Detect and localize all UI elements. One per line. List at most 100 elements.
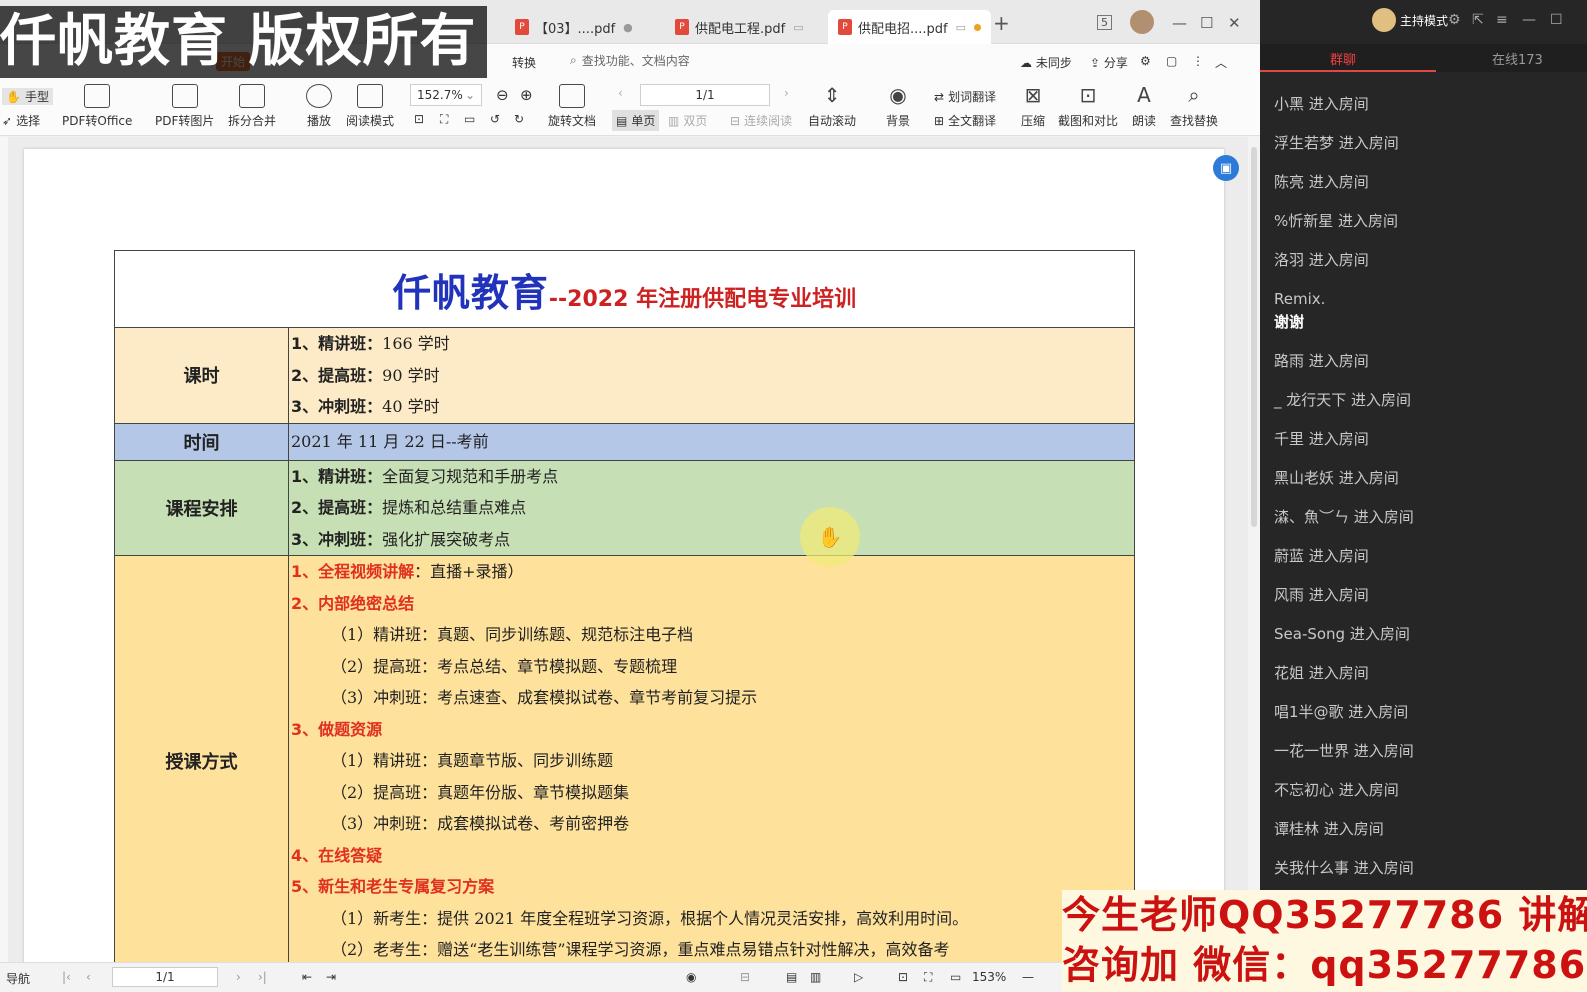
tab-doc-1[interactable]: P 【03】....pdf ● [505, 10, 643, 44]
first-page-icon[interactable]: |‹ [62, 970, 71, 984]
host-mode-label[interactable]: 主持模式 [1400, 12, 1448, 29]
left-nav-strip[interactable] [0, 137, 8, 962]
prev-page-icon[interactable]: ‹ [86, 970, 91, 984]
hours-line: 3、冲刺班：40 学时 [289, 391, 1134, 423]
background-button[interactable]: ◉ 背景 [885, 84, 911, 129]
monitor-icon: ▭ [955, 20, 967, 34]
arrangement-key: 3、冲刺班： [291, 529, 383, 549]
document-viewport[interactable]: 仟帆教育--2022 年注册供配电专业培训 课时 1、精讲班：166 学时 2、… [0, 137, 1248, 969]
eye-mode-icon[interactable]: ◉ [686, 970, 696, 984]
tab-doc-2[interactable]: P 供配电工程.pdf ▭ [665, 10, 814, 44]
play-button[interactable]: 播放 [306, 84, 332, 129]
chat-message-list[interactable]: 小黑 进入房间 浮生若梦 进入房间 陈亮 进入房间 %忻新星 进入房间 洛羽 进… [1274, 85, 1574, 888]
popout-icon[interactable]: ⇱ [1472, 12, 1484, 28]
single-page-status-icon[interactable]: ▤ [786, 970, 797, 984]
tab-count-badge[interactable]: 5 [1097, 15, 1112, 30]
play-label: 播放 [306, 114, 331, 128]
prev-page-chevron-icon[interactable]: ‹ [618, 86, 623, 100]
actual-size-status-icon[interactable]: ⊡ [898, 970, 908, 984]
read-mode-button[interactable]: 阅读模式 [346, 84, 394, 129]
method-heading: 5、新生和老生专属复习方案 [291, 877, 495, 896]
page-number-input[interactable]: 1/1 [640, 84, 770, 106]
user-avatar[interactable] [1130, 10, 1154, 34]
chat-message: Sea-Song 进入房间 [1274, 625, 1410, 643]
zoom-in-icon[interactable]: ⊕ [520, 86, 533, 104]
feature-search[interactable]: ⌕ 查找功能、文档内容 [570, 52, 690, 69]
tab-online[interactable]: 在线173 [1492, 49, 1543, 68]
auto-scroll-button[interactable]: ⇕ 自动滚动 [808, 84, 856, 129]
single-page-button[interactable]: ▤ 单页 [612, 110, 660, 131]
minimize-icon[interactable]: — [1522, 12, 1536, 28]
select-tool-button[interactable]: ➶ 选择 [2, 112, 40, 129]
fit-right-icon[interactable]: ⇥ [326, 970, 336, 984]
settings-gear-icon[interactable]: ⚙ [1140, 54, 1151, 68]
pdf-to-image-button[interactable]: PDF转图片 [155, 84, 214, 129]
zoom-select[interactable]: 152.7% ⌄ [410, 84, 482, 106]
chat-message: 风雨 进入房间 [1274, 586, 1369, 604]
close-window-icon[interactable]: ✕ [1228, 14, 1241, 32]
chat-message: 谭桂林 进入房间 [1274, 820, 1384, 838]
word-translate-button[interactable]: ⇄ 划词翻译 [934, 88, 996, 105]
method-line: 4、在线答疑 [289, 840, 1134, 872]
floating-toolbox-icon[interactable]: ▣ [1213, 155, 1239, 181]
scroll-mode-icon[interactable]: ⊟ [740, 970, 750, 984]
chat-message: 小黑 进入房间 [1274, 95, 1369, 113]
pdf-to-office-button[interactable]: PDF转Office [62, 84, 132, 129]
compress-button[interactable]: ⊠ 压缩 [1020, 84, 1046, 129]
split-merge-button[interactable]: 拆分合并 [228, 84, 276, 129]
rotate-left-icon[interactable]: ↺ [490, 112, 500, 126]
more-icon[interactable]: ⋮ [1192, 54, 1204, 68]
menu-icon[interactable]: ≡ [1496, 12, 1508, 28]
tab-doc-3-active[interactable]: P 供配电招....pdf ▭ [828, 10, 992, 44]
promo-line-1: 今生老师QQ35277786 讲解 [1062, 893, 1587, 937]
next-page-chevron-icon[interactable]: › [784, 86, 789, 100]
maximize-icon[interactable]: ☐ [1200, 14, 1213, 32]
contact-promo-banner: 今生老师QQ35277786 讲解 咨询加 微信：qq35277786 [1062, 890, 1587, 992]
last-page-icon[interactable]: ›| [258, 970, 267, 984]
fit-left-icon[interactable]: ⇤ [302, 970, 312, 984]
vertical-scrollbar[interactable] [1248, 137, 1260, 962]
ribbon-toolbar: ✋ 手型 ➶ 选择 PDF转Office PDF转图片 拆分合并 播放 阅读模式 1… [0, 80, 1260, 136]
comment-icon[interactable]: ▢ [1166, 54, 1177, 68]
chat-message: 黑山老妖 进入房间 [1274, 469, 1399, 487]
double-page-status-icon[interactable]: ▥ [810, 970, 821, 984]
maximize-icon[interactable]: ☐ [1550, 12, 1563, 28]
status-page-input[interactable]: 1/1 [112, 967, 218, 987]
rotate-right-icon[interactable]: ↻ [514, 112, 524, 126]
fit-width-status-icon[interactable]: ▭ [950, 970, 961, 984]
scrollbar-thumb[interactable] [1251, 147, 1257, 527]
fit-width-icon[interactable]: ▭ [464, 112, 475, 126]
arrangement-content: 1、精讲班：全面复习规范和手册考点 2、提高班：提炼和总结重点难点 3、冲刺班：… [288, 459, 1135, 556]
fit-page-icon[interactable]: ⛶ [440, 112, 448, 127]
zoom-out-minus-icon[interactable]: — [1022, 970, 1034, 984]
tab-label: 【03】....pdf [535, 21, 616, 37]
tab-group-chat[interactable]: 群聊 [1330, 49, 1356, 68]
menu-convert[interactable]: 转换 [512, 54, 536, 71]
find-replace-button[interactable]: ⌕ 查找替换 [1170, 84, 1218, 129]
screenshot-compare-button[interactable]: ⊡ 截图和对比 [1058, 84, 1118, 129]
play-status-icon[interactable]: ▷ [854, 970, 863, 984]
new-tab-plus-icon[interactable]: + [993, 11, 1010, 35]
hand-tool-button[interactable]: ✋ 手型 [2, 88, 53, 105]
sync-status[interactable]: ☁ 未同步 [1020, 54, 1072, 71]
chat-tabs: 群聊 在线173 [1260, 44, 1587, 72]
continuous-read-button[interactable]: ⊟ 连续阅读 [730, 112, 792, 129]
next-page-icon[interactable]: › [236, 970, 241, 984]
nav-toggle[interactable]: 导航 [6, 970, 30, 987]
share-button[interactable]: ⇪ 分享 [1090, 54, 1128, 71]
chat-message: 不忘初心 进入房间 [1274, 781, 1399, 799]
settings-icon[interactable]: ⚙ [1448, 12, 1461, 28]
hours-key: 1、精讲班： [291, 334, 383, 353]
collapse-chevron-up-icon[interactable]: ︿ [1215, 54, 1227, 71]
close-icon[interactable]: ● [623, 21, 633, 34]
fit-page-status-icon[interactable]: ⛶ [924, 970, 932, 985]
double-page-button[interactable]: ▥ 双页 [668, 112, 707, 129]
read-aloud-button[interactable]: A 朗读 [1131, 84, 1157, 129]
full-translate-button[interactable]: ⊞ 全文翻译 [934, 112, 996, 129]
rotate-document-button[interactable]: 旋转文档 [548, 84, 596, 129]
minimize-icon[interactable]: — [1172, 14, 1187, 32]
host-avatar[interactable] [1372, 8, 1396, 32]
actual-size-icon[interactable]: ⊡ [414, 112, 424, 126]
zoom-out-icon[interactable]: ⊖ [496, 86, 509, 104]
status-zoom-value[interactable]: 153% [972, 970, 1006, 984]
